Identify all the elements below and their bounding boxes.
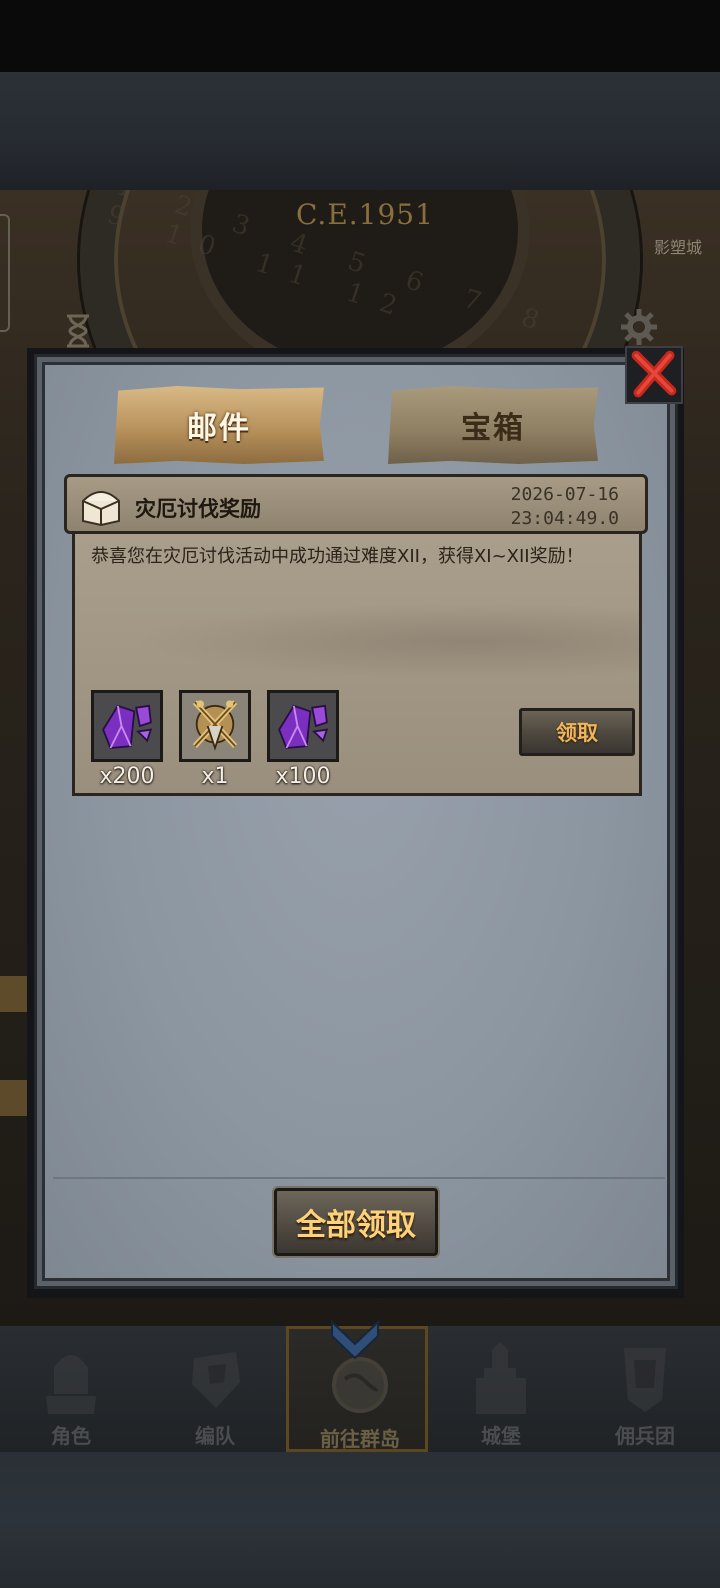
close-button[interactable]: [625, 346, 683, 404]
purple-crystal-icon: [278, 704, 329, 749]
purple-crystal-icon: [102, 704, 153, 749]
mail-body: 恭喜您在灾厄讨伐活动中成功通过难度XII，获得XI~XII奖励！ x200 x1…: [72, 534, 642, 796]
nav-item-castle[interactable]: 城堡: [430, 1326, 572, 1452]
treasure-chest-icon: [82, 491, 120, 527]
era-year: C.E.1951: [296, 198, 434, 231]
settings-gear-icon[interactable]: [620, 308, 658, 346]
nav-item-mercenary[interactable]: 佣兵团: [574, 1326, 716, 1452]
reward-frame: [91, 690, 163, 762]
mail-item[interactable]: 灾厄讨伐奖励 2026-07-16 23:04:49.0 恭喜您在灾厄讨伐活动中…: [64, 474, 648, 796]
bottom-band: [0, 1452, 720, 1588]
reward-frame: [267, 690, 339, 762]
claim-all-button[interactable]: 全部领取: [274, 1188, 438, 1256]
mail-title: 灾厄讨伐奖励: [135, 497, 261, 521]
left-decoration: [0, 1080, 30, 1116]
tab-mail[interactable]: 邮件: [114, 386, 324, 464]
reward-item[interactable]: x200: [91, 690, 163, 789]
chevron-down-icon: [331, 1319, 379, 1360]
status-bar: [0, 0, 720, 72]
reward-frame: [179, 690, 251, 762]
location-label: 影塑城: [653, 238, 702, 257]
nav-label: 城堡: [481, 1424, 521, 1448]
golden-crest-emblem-icon: [192, 700, 238, 751]
mercenary-banner-icon: [624, 1348, 666, 1412]
reward-count: x1: [201, 764, 229, 789]
mail-date: 2026-07-16: [510, 484, 619, 505]
nav-label: 角色: [51, 1424, 91, 1448]
claim-button[interactable]: 领取: [519, 708, 635, 756]
side-drawer-handle[interactable]: [0, 214, 10, 332]
reward-count: x100: [275, 764, 331, 789]
nav-label: 编队: [195, 1424, 235, 1448]
nav-label: 前往群岛: [320, 1427, 400, 1451]
castle-icon: [476, 1342, 526, 1414]
nav-label: 佣兵团: [615, 1424, 675, 1448]
hourglass-icon[interactable]: [64, 314, 92, 348]
reward-count: x200: [99, 764, 155, 789]
reward-item[interactable]: x100: [267, 690, 339, 789]
panel-divider: [53, 1177, 665, 1179]
armored-warrior-icon: [192, 1352, 240, 1408]
knight-helmet-icon: [46, 1355, 96, 1414]
top-band: [0, 72, 720, 190]
nav-item-character[interactable]: 角色: [0, 1326, 142, 1452]
mail-message: 恭喜您在灾厄讨伐活动中成功通过难度XII，获得XI~XII奖励！: [91, 546, 584, 567]
close-x-icon: [631, 350, 677, 398]
nav-item-formation[interactable]: 编队: [144, 1326, 286, 1452]
mail-time: 23:04:49.0: [510, 508, 619, 529]
left-decoration: [0, 976, 30, 1012]
mail-header: 灾厄讨伐奖励 2026-07-16 23:04:49.0: [64, 474, 648, 534]
reward-item[interactable]: x1: [179, 690, 251, 789]
mail-timestamp: 2026-07-16 23:04:49.0: [511, 483, 619, 531]
tab-chest[interactable]: 宝箱: [388, 386, 598, 464]
